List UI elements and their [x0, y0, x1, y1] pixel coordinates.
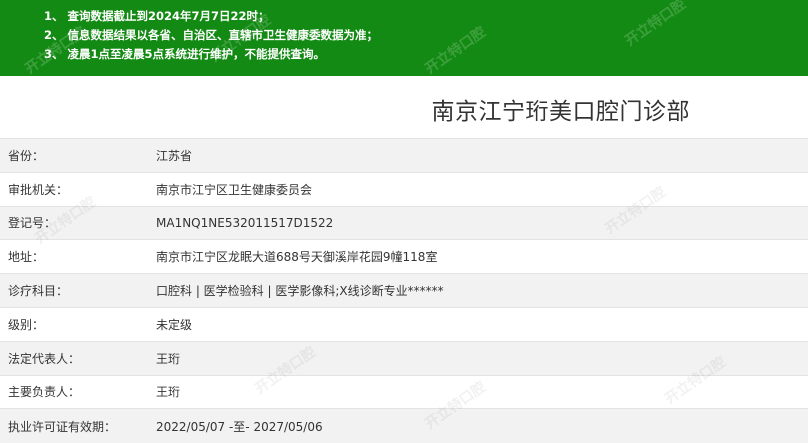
- table-row: 级别： 未定级: [0, 306, 808, 342]
- field-value-legal-representative: 王珩: [148, 340, 808, 376]
- field-value-registration-number: MA1NQ1NE532011517D1522: [148, 205, 808, 240]
- notice-line-3: 3、 凌晨1点至凌晨5点系统进行维护，不能提供查询。: [44, 47, 326, 61]
- field-value-province: 江苏省: [148, 138, 808, 173]
- field-label-legal-representative: 法定代表人：: [0, 340, 148, 376]
- table-row: 省份： 江苏省: [0, 138, 808, 173]
- table-row: 主要负责人： 王珩: [0, 374, 808, 409]
- table-row: 地址： 南京市江宁区龙眠大道688号天御溪岸花园9幢118室: [0, 239, 808, 274]
- field-label-approval-authority: 审批机关：: [0, 171, 148, 207]
- notice-banner: 1、 查询数据截止到2024年7月7日22时； 2、 信息数据结果以各省、自治区…: [0, 0, 808, 78]
- field-label-person-in-charge: 主要负责人：: [0, 374, 148, 409]
- field-label-address: 地址：: [0, 239, 148, 274]
- notice-line-1: 1、 查询数据截止到2024年7月7日22时；: [44, 9, 270, 23]
- field-value-departments: 口腔科 | 医学检验科 | 医学影像科;X线诊断专业******: [148, 273, 808, 308]
- table-row: 登记号： MA1NQ1NE532011517D1522: [0, 205, 808, 240]
- table-row: 审批机关： 南京市江宁区卫生健康委员会: [0, 171, 808, 207]
- clinic-name-title: 南京江宁珩美口腔门诊部: [431, 99, 690, 125]
- field-label-level: 级别：: [0, 306, 148, 342]
- field-label-license-validity: 执业许可证有效期：: [0, 408, 148, 443]
- field-label-province: 省份：: [0, 138, 148, 173]
- table-row: 法定代表人： 王珩: [0, 340, 808, 376]
- notice-line-2: 2、 信息数据结果以各省、自治区、直辖市卫生健康委数据为准；: [44, 28, 379, 42]
- watermark-logo: 开立特口腔: [622, 0, 689, 50]
- field-value-level: 未定级: [148, 306, 808, 342]
- field-value-approval-authority: 南京市江宁区卫生健康委员会: [148, 171, 808, 207]
- table-row: 诊疗科目： 口腔科 | 医学检验科 | 医学影像科;X线诊断专业******: [0, 273, 808, 308]
- field-label-departments: 诊疗科目：: [0, 273, 148, 308]
- clinic-info-table: 省份： 江苏省 审批机关： 南京市江宁区卫生健康委员会 登记号： MA1NQ1N…: [0, 138, 808, 443]
- field-value-address: 南京市江宁区龙眠大道688号天御溪岸花园9幢118室: [148, 239, 808, 274]
- watermark-logo: 开立特口腔: [422, 24, 489, 78]
- field-label-registration-number: 登记号：: [0, 205, 148, 240]
- table-row: 执业许可证有效期： 2022/05/07 -至- 2027/05/06: [0, 408, 808, 443]
- field-value-person-in-charge: 王珩: [148, 374, 808, 409]
- field-value-license-validity: 2022/05/07 -至- 2027/05/06: [148, 408, 808, 443]
